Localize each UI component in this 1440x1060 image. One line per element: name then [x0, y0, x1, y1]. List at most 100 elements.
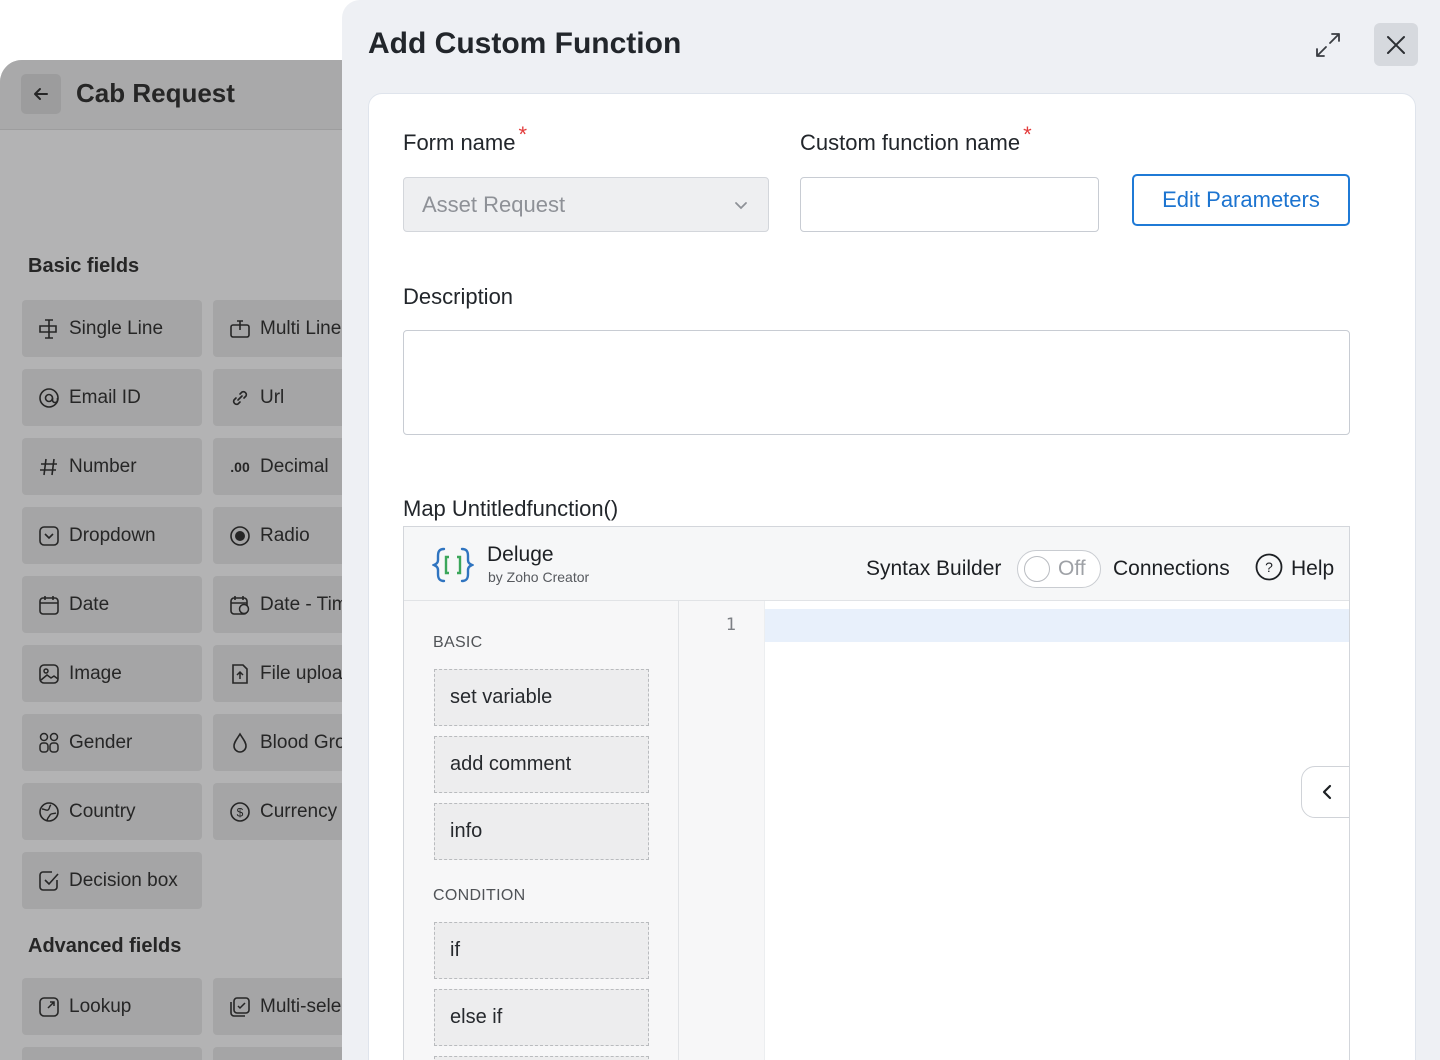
form-name-label: Form name * — [403, 122, 527, 156]
field-tile-more[interactable] — [22, 1047, 202, 1060]
syntax-builder-label: Syntax Builder — [866, 557, 1002, 580]
field-tile-email[interactable]: Email ID — [22, 369, 202, 426]
form-title: Cab Request — [76, 78, 235, 108]
close-button[interactable] — [1374, 23, 1418, 66]
svg-text:?: ? — [1265, 559, 1273, 575]
toggle-knob — [1024, 556, 1050, 582]
link-icon — [229, 387, 251, 409]
back-button[interactable] — [21, 74, 61, 114]
deluge-brand-sub: by Zoho Creator — [488, 569, 590, 585]
syntax-builder-toggle[interactable]: Off — [1017, 550, 1101, 588]
basic-fields-heading: Basic fields — [28, 255, 140, 277]
palette-item-info[interactable]: info — [434, 803, 649, 860]
field-tile-label: Url — [260, 386, 285, 408]
form-name-label-text: Form name — [403, 130, 516, 155]
advanced-fields-heading: Advanced fields — [28, 935, 182, 957]
field-tile-currency[interactable]: $ Currency — [213, 783, 360, 840]
checkbox-icon — [38, 870, 60, 892]
image-icon — [38, 663, 60, 685]
field-tile-label: Radio — [260, 524, 310, 546]
field-tile-label: Decision box — [69, 869, 178, 891]
calendar-clock-icon — [229, 594, 251, 616]
field-tile-more[interactable] — [213, 1047, 360, 1060]
function-form-card: Form name * Custom function name * Asset R… — [368, 93, 1416, 1060]
radio-icon — [229, 525, 251, 547]
field-tile-label: Dropdown — [69, 524, 156, 546]
custom-function-label-text: Custom function name — [800, 130, 1021, 155]
edit-parameters-button[interactable]: Edit Parameters — [1132, 174, 1350, 226]
arrow-left-icon — [34, 88, 48, 100]
field-tile-lookup[interactable]: Lookup — [22, 978, 202, 1035]
field-tile-decision-box[interactable]: Decision box — [22, 852, 202, 909]
map-function-label: Map Untitledfunction() — [403, 496, 619, 521]
field-tile-label: File upload — [260, 662, 353, 684]
field-tile-label: Lookup — [69, 995, 132, 1017]
lookup-icon — [38, 996, 60, 1018]
palette-item-add-comment[interactable]: add comment — [434, 736, 649, 793]
description-label: Description — [403, 284, 514, 309]
form-builder-panel: Cab Request Basic fields Single Line Mul… — [0, 60, 360, 1060]
field-tile-file-upload[interactable]: File upload — [213, 645, 360, 702]
required-marker: * — [518, 122, 528, 147]
help-icon[interactable]: ? — [1255, 553, 1283, 581]
line-number: 1 — [725, 615, 736, 635]
toggle-state: Off — [1058, 557, 1086, 580]
field-tile-date-time[interactable]: Date - Time — [213, 576, 360, 633]
palette-item-set-variable[interactable]: set variable — [434, 669, 649, 726]
chevron-down-icon — [735, 201, 747, 209]
field-tile-label: Email ID — [69, 386, 141, 408]
description-textarea[interactable] — [403, 330, 1350, 435]
field-tile-multi-line[interactable]: Multi Line — [213, 300, 360, 357]
field-tile-url[interactable]: Url — [213, 369, 360, 426]
multi-line-icon — [229, 318, 251, 340]
code-active-line[interactable] — [765, 609, 1349, 642]
palette-heading-condition: CONDITION — [433, 887, 526, 904]
multi-select-icon — [229, 996, 251, 1018]
field-tile-date[interactable]: Date — [22, 576, 202, 633]
builder-header: Cab Request — [0, 60, 360, 130]
deluge-editor: Deluge by Zoho Creator Syntax Builder Of… — [403, 526, 1350, 1060]
field-tile-multi-select[interactable]: Multi-select — [213, 978, 360, 1035]
field-tile-label: Single Line — [69, 317, 164, 339]
collapse-panel-button[interactable] — [1301, 766, 1349, 818]
field-tile-dropdown[interactable]: Dropdown — [22, 507, 202, 564]
file-upload-icon — [229, 663, 251, 685]
palette-item-if[interactable]: if — [434, 922, 649, 979]
custom-function-name-input[interactable] — [800, 177, 1099, 232]
modal-title: Add Custom Function — [368, 27, 682, 60]
field-tile-label: Decimal — [260, 455, 329, 477]
form-name-value: Asset Request — [422, 191, 566, 217]
deluge-logo-icon — [432, 547, 474, 583]
palette-item-more[interactable] — [434, 1056, 649, 1060]
field-tile-label: Multi Line — [260, 317, 342, 339]
field-tile-blood-group[interactable]: Blood Group — [213, 714, 360, 771]
chevron-left-icon — [1322, 784, 1332, 800]
field-tile-label: Country — [69, 800, 136, 822]
field-tile-image[interactable]: Image — [22, 645, 202, 702]
field-tile-number[interactable]: Number — [22, 438, 202, 495]
field-tile-gender[interactable]: Gender — [22, 714, 202, 771]
expand-icon — [1316, 33, 1340, 57]
expand-button[interactable] — [1312, 29, 1344, 61]
close-icon — [1387, 35, 1405, 54]
field-tile-country[interactable]: Country — [22, 783, 202, 840]
field-tile-decimal[interactable]: .00 Decimal — [213, 438, 360, 495]
connections-link[interactable]: Connections — [1113, 557, 1230, 581]
field-tile-single-line[interactable]: Single Line — [22, 300, 202, 357]
form-name-select[interactable]: Asset Request — [403, 177, 769, 232]
currency-icon: $ — [229, 801, 251, 823]
calendar-icon — [38, 594, 60, 616]
help-link[interactable]: Help — [1291, 557, 1334, 581]
drop-icon — [229, 731, 251, 754]
field-tile-label: Gender — [69, 731, 133, 753]
line-number-gutter: 1 — [679, 601, 765, 1060]
field-tile-label: Date — [69, 593, 110, 615]
editor-toolbar: Deluge by Zoho Creator Syntax Builder Of… — [404, 527, 1349, 601]
globe-icon — [38, 801, 60, 823]
add-custom-function-modal: Add Custom Function Form name * Custom fu… — [342, 0, 1440, 1060]
palette-item-else-if[interactable]: else if — [434, 989, 649, 1046]
hash-icon — [38, 456, 60, 478]
syntax-palette: BASIC set variable add comment info COND… — [404, 601, 679, 1060]
field-tile-radio[interactable]: Radio — [213, 507, 360, 564]
single-line-icon — [38, 318, 60, 340]
